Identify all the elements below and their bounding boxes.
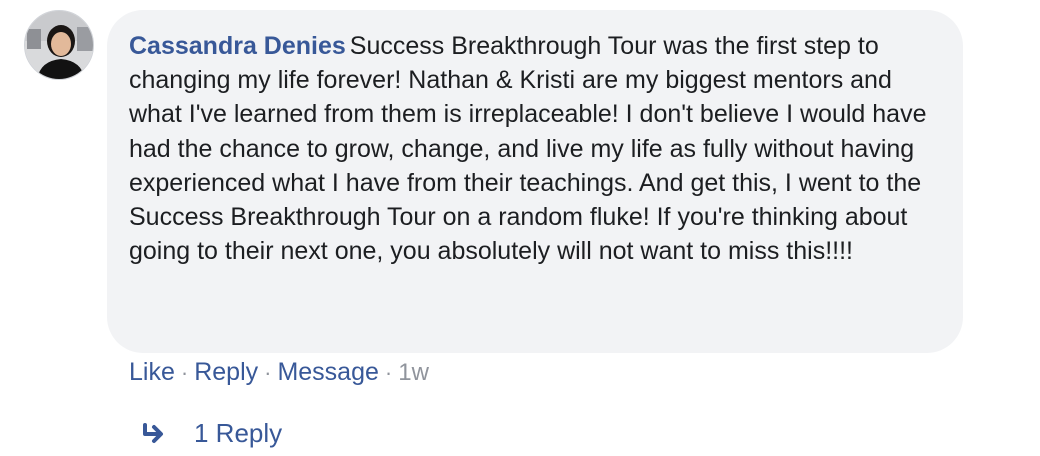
like-button[interactable]: Like (129, 358, 175, 386)
message-button[interactable]: Message (277, 358, 378, 386)
avatar[interactable] (24, 10, 94, 80)
reply-button[interactable]: Reply (194, 358, 258, 386)
comment-body: Cassandra Denies Success Breakthrough Tou… (129, 29, 933, 268)
comment-bubble: Cassandra Denies Success Breakthrough Tou… (107, 10, 963, 353)
separator-dot: · (264, 360, 272, 385)
reply-count[interactable]: 1 Reply (194, 415, 282, 451)
avatar-photo (25, 11, 93, 79)
comment-text: Success Breakthrough Tour was the first … (129, 32, 927, 266)
comment-actions: Like · Reply · Message · 1w (129, 355, 429, 390)
comment-timestamp[interactable]: 1w (398, 359, 429, 386)
separator-dot: · (384, 360, 393, 385)
view-replies-button[interactable]: 1 Reply (142, 415, 282, 451)
reply-arrow-icon (143, 423, 163, 443)
comment-author[interactable]: Cassandra Denies (129, 32, 346, 60)
separator-dot: · (180, 360, 189, 385)
